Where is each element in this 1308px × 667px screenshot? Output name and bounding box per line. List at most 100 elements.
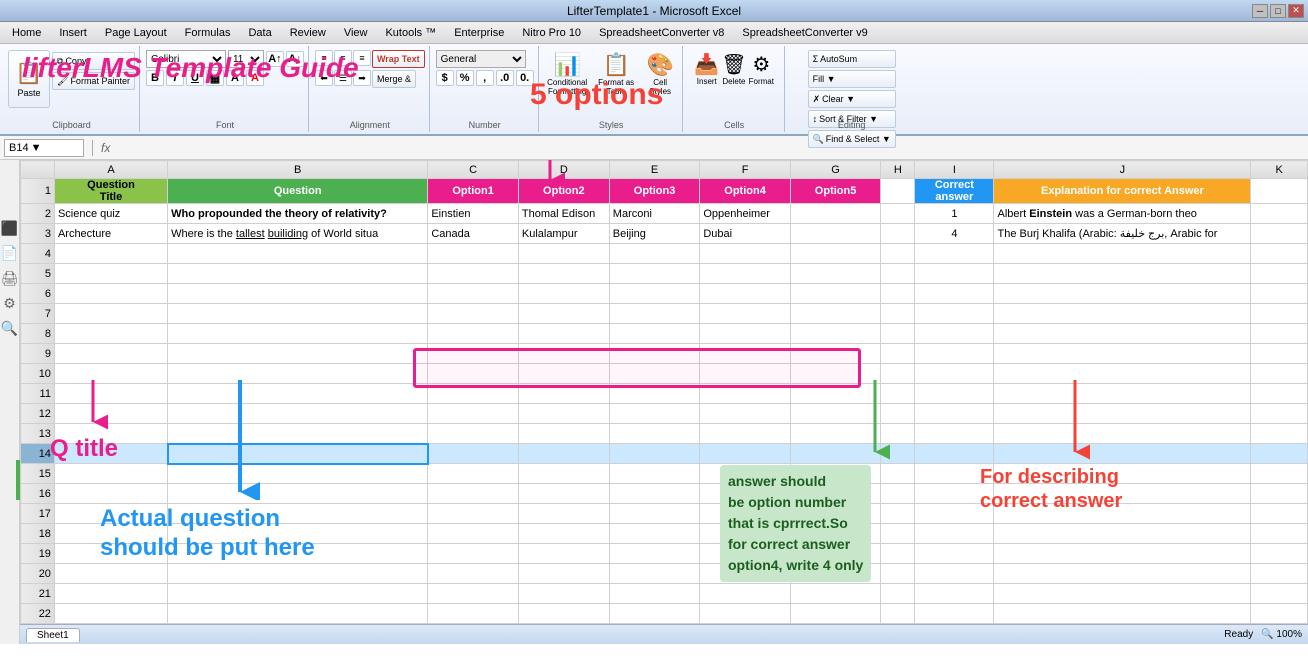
cell-h2[interactable] [881, 204, 915, 224]
cell-e12[interactable] [609, 404, 700, 424]
cell-g19[interactable] [790, 544, 881, 564]
cell-a7[interactable] [54, 304, 167, 324]
cell-k18[interactable] [1251, 524, 1308, 544]
cell-d8[interactable] [518, 324, 609, 344]
menu-view[interactable]: View [336, 25, 376, 41]
sidebar-icon-2[interactable]: 📄 [1, 245, 18, 262]
cell-f11[interactable] [700, 384, 791, 404]
percent-btn[interactable]: % [456, 70, 474, 86]
cell-g5[interactable] [790, 264, 881, 284]
cell-i10[interactable] [915, 364, 994, 384]
cell-d4[interactable] [518, 244, 609, 264]
cell-e18[interactable] [609, 524, 700, 544]
cell-g1[interactable]: Option5 [790, 179, 881, 204]
close-btn[interactable]: ✕ [1288, 4, 1304, 18]
menu-data[interactable]: Data [240, 25, 279, 41]
cell-b6[interactable] [168, 284, 428, 304]
cell-a17[interactable] [54, 504, 167, 524]
cell-c19[interactable] [428, 544, 519, 564]
cell-a5[interactable] [54, 264, 167, 284]
cell-b22[interactable] [168, 604, 428, 624]
cell-k8[interactable] [1251, 324, 1308, 344]
cell-h6[interactable] [881, 284, 915, 304]
cell-c20[interactable] [428, 564, 519, 584]
cell-e2[interactable]: Marconi [609, 204, 700, 224]
name-box-dropdown[interactable]: ▼ [31, 142, 42, 154]
cell-j17[interactable] [994, 504, 1251, 524]
cell-h1[interactable] [881, 179, 915, 204]
menu-page-layout[interactable]: Page Layout [97, 25, 175, 41]
cell-b12[interactable] [168, 404, 428, 424]
cell-h7[interactable] [881, 304, 915, 324]
col-header-a[interactable]: A [54, 161, 167, 179]
cell-g11[interactable] [790, 384, 881, 404]
cell-k13[interactable] [1251, 424, 1308, 444]
cell-h16[interactable] [881, 484, 915, 504]
cell-c7[interactable] [428, 304, 519, 324]
cell-j20[interactable] [994, 564, 1251, 584]
increase-font-btn[interactable]: A↑ [266, 51, 284, 67]
cell-d19[interactable] [518, 544, 609, 564]
cell-d11[interactable] [518, 384, 609, 404]
cell-k14[interactable] [1251, 444, 1308, 464]
cell-b21[interactable] [168, 584, 428, 604]
cell-j11[interactable] [994, 384, 1251, 404]
cell-i2[interactable]: 1 [915, 204, 994, 224]
cell-e9[interactable] [609, 344, 700, 364]
cell-a19[interactable] [54, 544, 167, 564]
cell-j22[interactable] [994, 604, 1251, 624]
format-as-table[interactable]: 📋 Format as Table [594, 52, 639, 96]
cell-c10[interactable] [428, 364, 519, 384]
cell-h4[interactable] [881, 244, 915, 264]
cell-e13[interactable] [609, 424, 700, 444]
cell-f20[interactable] [700, 564, 791, 584]
cell-i18[interactable] [915, 524, 994, 544]
menu-ssc-v9[interactable]: SpreadsheetConverter v9 [734, 25, 875, 41]
cell-j9[interactable] [994, 344, 1251, 364]
cell-a8[interactable] [54, 324, 167, 344]
cell-d22[interactable] [518, 604, 609, 624]
align-top-center-btn[interactable]: ≡ [334, 50, 352, 66]
cell-k10[interactable] [1251, 364, 1308, 384]
cell-d13[interactable] [518, 424, 609, 444]
col-header-d[interactable]: D [518, 161, 609, 179]
cell-i20[interactable] [915, 564, 994, 584]
decimal-inc-btn[interactable]: .0 [496, 70, 514, 86]
cell-b4[interactable] [168, 244, 428, 264]
cell-a16[interactable] [54, 484, 167, 504]
cell-f6[interactable] [700, 284, 791, 304]
cell-i3[interactable]: 4 [915, 224, 994, 244]
cell-d9[interactable] [518, 344, 609, 364]
cell-f16[interactable] [700, 484, 791, 504]
minimize-btn[interactable]: ─ [1252, 4, 1268, 18]
cell-e15[interactable] [609, 464, 700, 484]
decimal-dec-btn[interactable]: 0. [516, 70, 534, 86]
cell-c22[interactable] [428, 604, 519, 624]
conditional-formatting[interactable]: 📊 Conditional Formatting [545, 52, 590, 96]
cell-f19[interactable] [700, 544, 791, 564]
cell-styles[interactable]: 🎨 Cell Styles [643, 52, 678, 96]
cell-i1[interactable]: Correctanswer [915, 179, 994, 204]
grid-scroll[interactable]: A B C D E F G H I J K [20, 160, 1308, 624]
col-header-j[interactable]: J [994, 161, 1251, 179]
merge-button[interactable]: Merge & [372, 70, 416, 88]
cell-g2[interactable] [790, 204, 881, 224]
cell-a22[interactable] [54, 604, 167, 624]
cell-h8[interactable] [881, 324, 915, 344]
cell-k9[interactable] [1251, 344, 1308, 364]
number-format-select[interactable]: General [436, 50, 526, 68]
cell-d7[interactable] [518, 304, 609, 324]
cell-g6[interactable] [790, 284, 881, 304]
cell-i5[interactable] [915, 264, 994, 284]
formula-input[interactable] [114, 139, 1304, 157]
cell-f18[interactable] [700, 524, 791, 544]
cell-j19[interactable] [994, 544, 1251, 564]
cell-h15[interactable] [881, 464, 915, 484]
cell-a13[interactable] [54, 424, 167, 444]
cell-h5[interactable] [881, 264, 915, 284]
cell-g13[interactable] [790, 424, 881, 444]
currency-btn[interactable]: $ [436, 70, 454, 86]
cell-j8[interactable] [994, 324, 1251, 344]
cell-a3[interactable]: Archecture [54, 224, 167, 244]
font-size-select[interactable]: 11 [228, 50, 264, 68]
